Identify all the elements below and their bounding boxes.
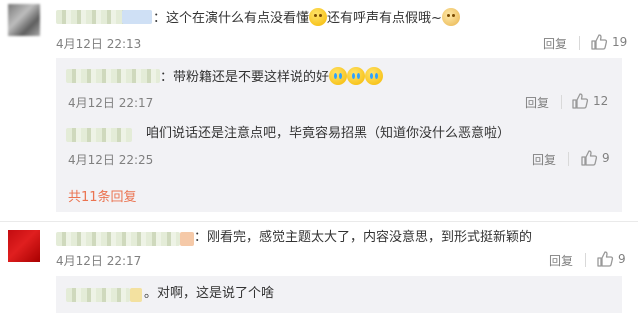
emoji-cry-icon [365,67,384,85]
username-blurred[interactable] [66,69,160,83]
divider [579,36,580,50]
like-count: 19 [612,35,628,49]
sub-replies-box: ：带粉籍还是不要这样说的好 4月12日 22:17 回复 12 咱们说话还是注意… [56,58,622,212]
sub-reply-text: 咱们说话还是注意点吧，毕竟容易招黑（知道你没什么恶意啦） [146,126,511,141]
comment-2: ：刚看完，感觉主题太大了，内容没意思，到形式挺新颖的 4月12日 22:17 回… [0,222,638,313]
emoji-cry-icon [329,67,348,85]
divider [561,95,562,109]
emoji-confused-icon [309,8,328,26]
thumbs-up-icon [597,251,614,267]
reply-button[interactable]: 回复 [543,35,567,52]
reply-button[interactable]: 回复 [525,94,549,111]
comment-text: ：刚看完，感觉主题太大了，内容没意思，到形式挺新颖的 [194,230,533,245]
like-button[interactable]: 19 [590,33,627,51]
like-button[interactable]: 12 [571,92,608,110]
comment-text-part1: ：这个在演什么有点没看懂 [153,11,310,26]
sub-reply-time: 4月12日 22:17 [68,96,154,110]
thumbs-up-icon [591,34,608,50]
comment-time: 4月12日 22:13 [56,37,142,51]
sub-reply-text-content: ：带粉籍还是不要这样说的好 [160,70,330,85]
sub-reply-text: ：带粉籍还是不要这样说的好 [160,67,384,87]
like-button[interactable]: 9 [580,149,610,167]
divider [585,253,586,267]
comment-text: ：这个在演什么有点没看懂 还有呼声有点假哦~ [153,8,460,28]
username-blurred[interactable] [56,232,180,246]
name-badge [180,232,194,246]
like-button[interactable]: 9 [596,250,626,268]
divider [568,152,569,166]
comment-1: ：这个在演什么有点没看懂 还有呼声有点假哦~ 4月12日 22:13 回复 19 … [0,0,638,212]
more-replies-link[interactable]: 共11条回复 [68,186,137,205]
username-blurred[interactable] [66,288,130,302]
avatar[interactable] [8,4,40,36]
comment-text-part2: 还有呼声有点假哦~ [327,11,442,26]
sub-reply-text: 。对啊，这是说了个啥 [144,286,275,301]
like-count: 9 [618,252,626,266]
like-count: 9 [602,151,610,165]
reply-button[interactable]: 回复 [532,151,556,168]
sub-reply-time: 4月12日 22:25 [68,153,154,167]
thumbs-up-icon [572,93,589,109]
avatar[interactable] [8,230,40,262]
thumbs-up-icon [581,150,598,166]
emoji-dog-icon [441,8,460,26]
comment-time: 4月12日 22:17 [56,254,142,268]
name-badge [122,10,152,24]
like-count: 12 [593,94,609,108]
sub-replies-box: 。对啊，这是说了个啥 [56,276,622,313]
username-blurred[interactable] [66,128,132,142]
reply-button[interactable]: 回复 [549,252,573,269]
name-badge [130,288,142,302]
emoji-cry-icon [347,67,366,85]
